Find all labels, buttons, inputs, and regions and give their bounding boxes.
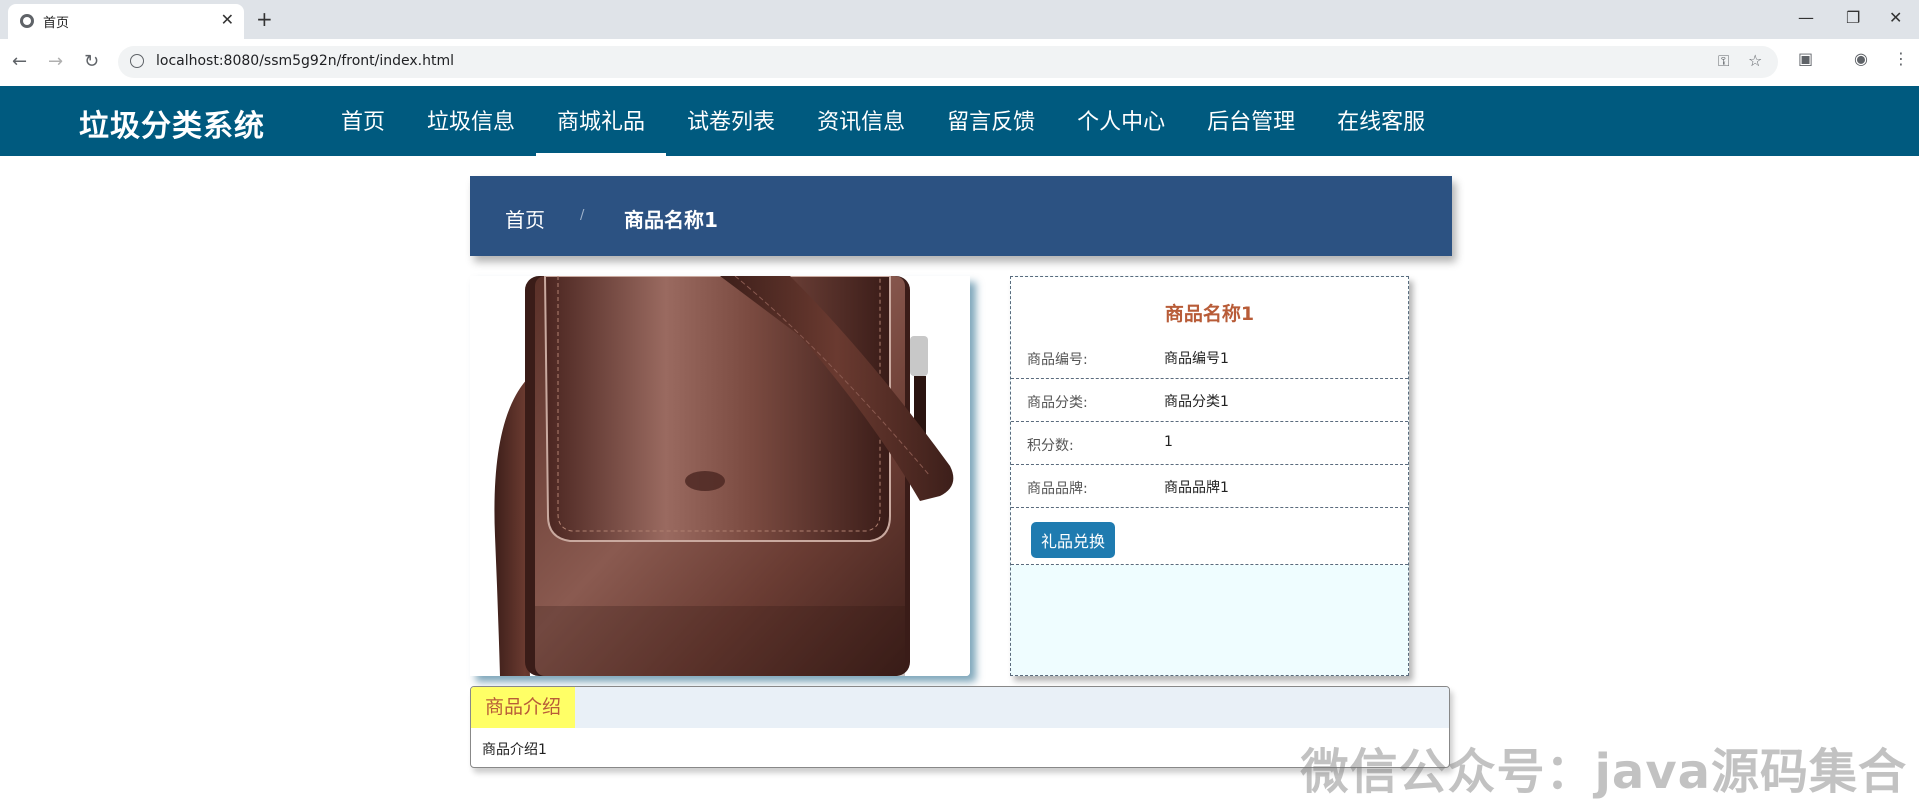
product-info-card: 商品名称1 商品编号: 商品编号1 商品分类: 商品分类1 积分数: 1 商品品… bbox=[1011, 277, 1408, 565]
menu-item-profile[interactable]: 个人中心 bbox=[1056, 86, 1186, 156]
intro-tab[interactable]: 商品介绍 bbox=[471, 687, 576, 728]
menu-item-feedback[interactable]: 留言反馈 bbox=[926, 86, 1056, 156]
field-label: 商品分类: bbox=[1027, 395, 1088, 411]
tab-title: 首页 bbox=[43, 16, 70, 31]
browser-tab[interactable]: 首页 ✕ bbox=[8, 4, 244, 39]
bookmark-star-icon[interactable]: ☆ bbox=[1748, 51, 1762, 70]
reload-icon[interactable]: ↻ bbox=[84, 51, 99, 72]
field-label: 商品品牌: bbox=[1027, 481, 1088, 497]
info-row-code: 商品编号: 商品编号1 bbox=[1011, 335, 1408, 379]
window-close-icon[interactable]: ✕ bbox=[1889, 8, 1902, 27]
breadcrumb-separator: / bbox=[580, 208, 585, 223]
field-value: 1 bbox=[1164, 434, 1173, 450]
field-value: 商品品牌1 bbox=[1164, 480, 1229, 496]
site-info-icon[interactable] bbox=[130, 54, 144, 68]
leather-bag-image bbox=[470, 276, 970, 676]
back-icon[interactable]: ← bbox=[12, 51, 27, 72]
product-info-panel: 商品名称1 商品编号: 商品编号1 商品分类: 商品分类1 积分数: 1 商品品… bbox=[1010, 276, 1409, 676]
address-bar[interactable]: localhost:8080/ssm5g92n/front/index.html… bbox=[118, 46, 1778, 78]
minimize-icon[interactable]: — bbox=[1798, 8, 1814, 27]
breadcrumb-home[interactable]: 首页 bbox=[505, 204, 545, 233]
tab-search-icon[interactable]: ▣ bbox=[1798, 49, 1813, 68]
product-image bbox=[470, 276, 970, 676]
product-title: 商品名称1 bbox=[1164, 303, 1255, 325]
watermark: 微信公众号：java源码集合 bbox=[1300, 744, 1907, 800]
profile-icon[interactable]: ◉ bbox=[1854, 49, 1868, 68]
menu-item-news[interactable]: 资讯信息 bbox=[796, 86, 926, 156]
menu-dots-icon[interactable]: ⋮ bbox=[1893, 49, 1909, 68]
new-tab-icon[interactable]: + bbox=[256, 7, 273, 31]
menu-item-support[interactable]: 在线客服 bbox=[1316, 86, 1446, 156]
breadcrumb: 首页 / 商品名称1 bbox=[470, 176, 1452, 256]
breadcrumb-current: 商品名称1 bbox=[624, 208, 718, 232]
field-label: 商品编号: bbox=[1027, 352, 1088, 368]
menu-item-gift-shop[interactable]: 商城礼品 bbox=[536, 86, 667, 156]
info-row-category: 商品分类: 商品分类1 bbox=[1011, 378, 1408, 422]
tab-close-icon[interactable]: ✕ bbox=[221, 10, 234, 29]
field-value: 商品编号1 bbox=[1164, 351, 1229, 367]
globe-icon bbox=[20, 14, 34, 28]
restore-icon[interactable]: ❐ bbox=[1846, 8, 1860, 27]
intro-text: 商品介绍1 bbox=[482, 742, 547, 758]
redeem-gift-button[interactable]: 礼品兑换 bbox=[1031, 522, 1115, 558]
url-text[interactable]: localhost:8080/ssm5g92n/front/index.html bbox=[156, 53, 454, 69]
site-navbar: 垃圾分类系统 首页 垃圾信息 商城礼品 试卷列表 资讯信息 留言反馈 个人中心 … bbox=[0, 86, 1919, 156]
forward-icon[interactable]: → bbox=[48, 51, 63, 72]
intro-header: 商品介绍 bbox=[471, 687, 1449, 728]
site-logo[interactable]: 垃圾分类系统 bbox=[79, 101, 265, 145]
password-key-icon[interactable]: ⚿ bbox=[1718, 52, 1729, 70]
info-row-points: 积分数: 1 bbox=[1011, 421, 1408, 465]
browser-tabstrip: 首页 ✕ + — ❐ ✕ bbox=[0, 0, 1919, 39]
menu-item-garbage-info[interactable]: 垃圾信息 bbox=[406, 86, 536, 156]
menu-item-exam-list[interactable]: 试卷列表 bbox=[666, 86, 796, 156]
browser-toolbar: ← → ↻ localhost:8080/ssm5g92n/front/inde… bbox=[0, 39, 1919, 87]
field-value: 商品分类1 bbox=[1164, 394, 1229, 410]
divider bbox=[1011, 564, 1408, 565]
main-menu: 首页 垃圾信息 商城礼品 试卷列表 资讯信息 留言反馈 个人中心 后台管理 在线… bbox=[320, 86, 1446, 156]
field-label: 积分数: bbox=[1027, 438, 1074, 454]
info-row-brand: 商品品牌: 商品品牌1 bbox=[1011, 464, 1408, 508]
menu-item-home[interactable]: 首页 bbox=[320, 86, 406, 156]
menu-item-admin[interactable]: 后台管理 bbox=[1186, 86, 1316, 156]
